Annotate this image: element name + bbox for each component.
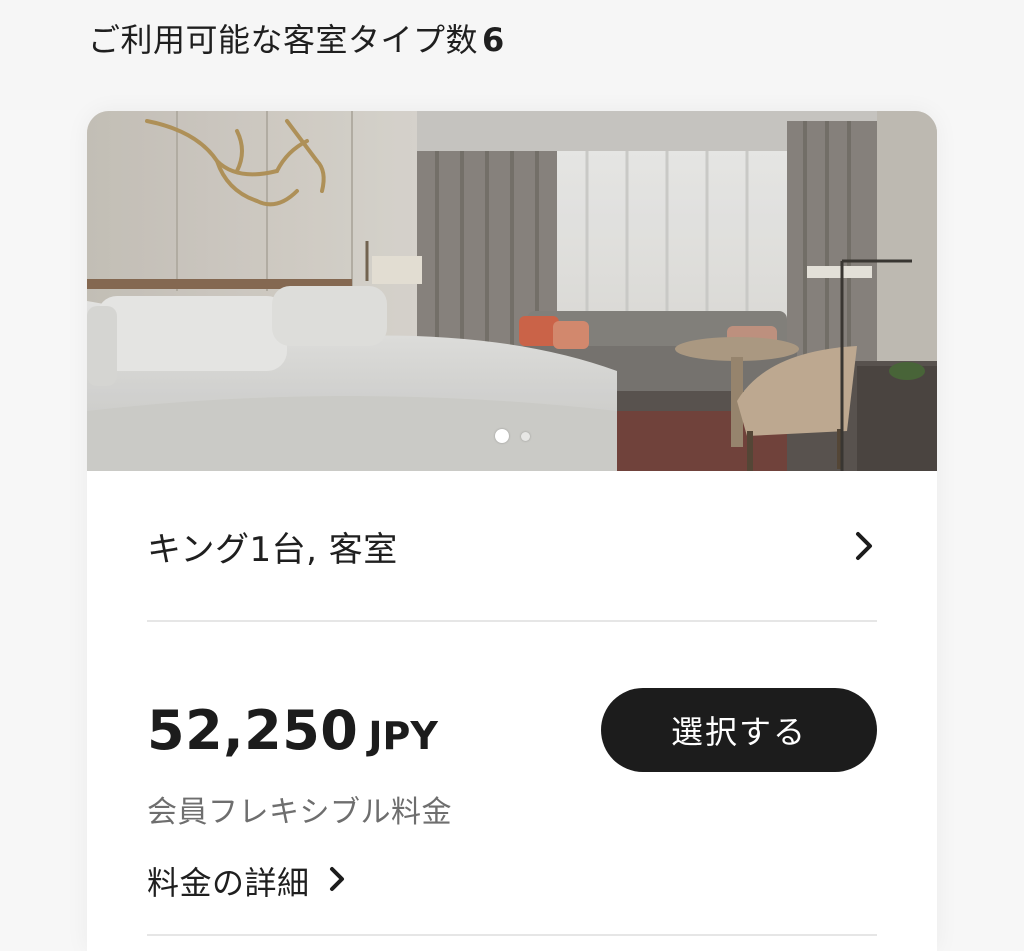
carousel-dot-active[interactable] [494,429,509,443]
rate-plan-name: 会員フレキシブル料金 [147,795,452,830]
price-currency: JPY [368,714,438,758]
room-type-row[interactable]: キング1台, 客室 [147,516,877,576]
chevron-right-icon [851,529,877,563]
chevron-right-icon [328,865,346,897]
price-amount: 52,250 [147,699,359,762]
available-room-types-title: ご利用可能な客室タイプ数 6 [88,18,505,62]
rate-price: 52,250 JPY [147,699,438,762]
room-photo [87,111,937,471]
available-room-types-count: 6 [482,21,505,59]
select-button[interactable]: 選択する [601,688,877,772]
rate-details-label: 料金の詳細 [147,864,310,902]
available-room-types-label: ご利用可能な客室タイプ数 [88,21,479,59]
carousel-indicator [87,428,937,444]
divider [147,620,877,622]
page-header: ご利用可能な客室タイプ数 6 [0,0,1024,110]
rate-details-link[interactable]: 料金の詳細 [147,859,346,903]
carousel-dot[interactable] [520,431,530,441]
divider [147,934,877,936]
room-photo-carousel[interactable] [87,111,937,471]
room-type-name: キング1台, 客室 [147,529,398,570]
room-card: キング1台, 客室 52,250 JPY 選択する 会員フレキシブル料金 料金の詳… [87,111,937,951]
